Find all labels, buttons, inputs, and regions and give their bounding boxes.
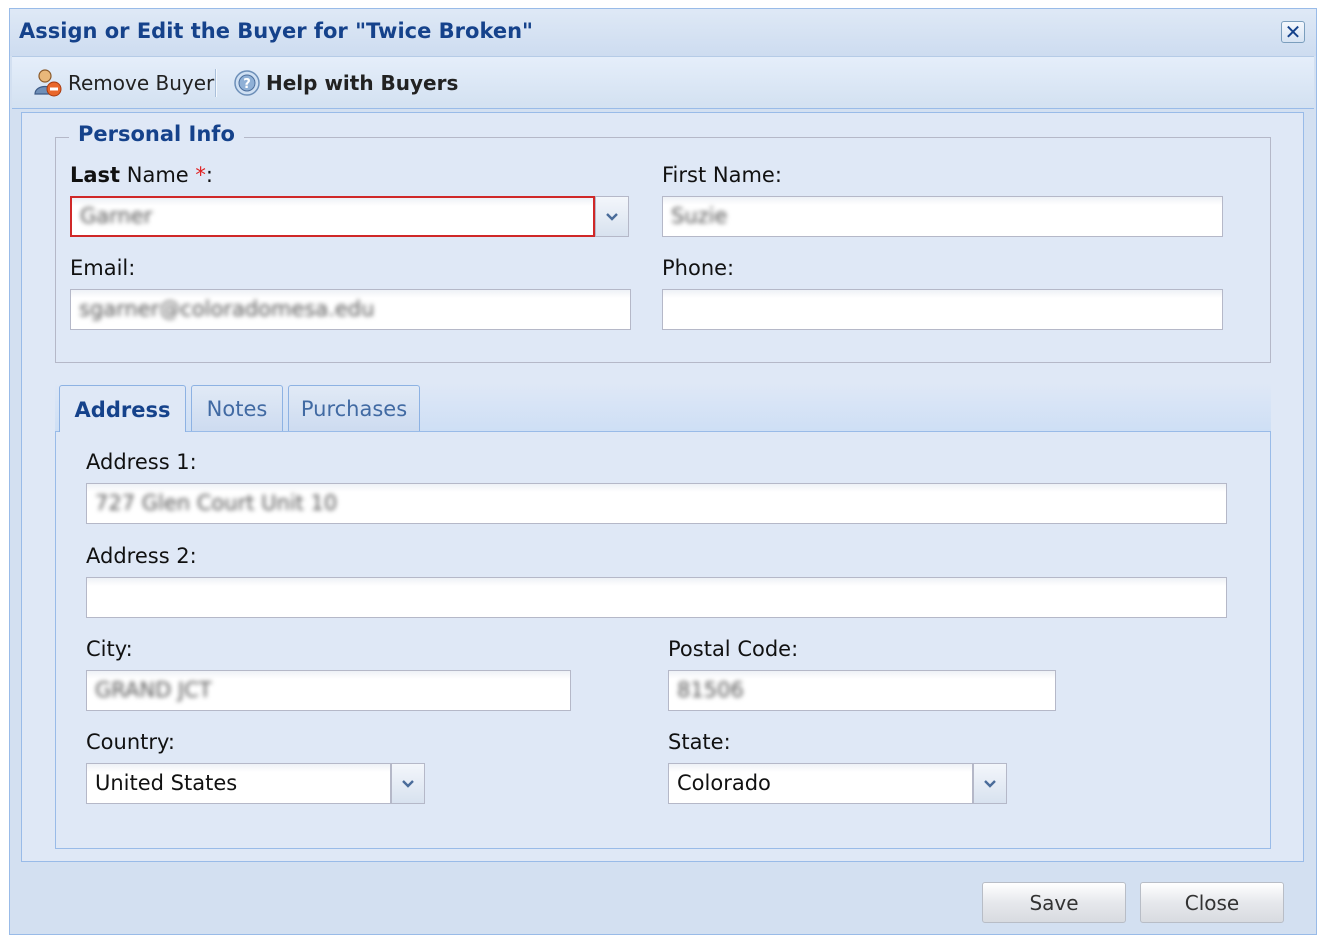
dialog-body: Personal Info Last Name *: Garner First … <box>21 112 1304 862</box>
state-label: State: <box>668 730 731 754</box>
help-with-buyers-button[interactable]: ? Help with Buyers <box>232 69 458 97</box>
chevron-down-icon <box>984 779 996 788</box>
tab-purchases[interactable]: Purchases <box>288 385 420 431</box>
close-icon[interactable]: ✕ <box>1281 21 1305 43</box>
toolbar-separator <box>215 69 217 97</box>
chevron-down-icon <box>402 779 414 788</box>
save-button[interactable]: Save <box>982 882 1126 923</box>
remove-buyer-button[interactable]: Remove Buyer <box>32 69 214 97</box>
remove-buyer-label: Remove Buyer <box>68 71 215 95</box>
country-label: Country: <box>86 730 175 754</box>
email-label: Email: <box>70 256 136 280</box>
last-name-dropdown-button[interactable] <box>595 196 629 237</box>
last-name-label: Last Name *: <box>70 163 213 187</box>
required-asterisk: * <box>195 163 206 187</box>
close-button[interactable]: Close <box>1140 882 1284 923</box>
address2-label: Address 2: <box>86 544 197 568</box>
address2-input[interactable] <box>86 577 1227 618</box>
last-name-input[interactable]: Garner <box>70 196 595 237</box>
personal-info-fieldset: Personal Info Last Name *: Garner First … <box>55 122 1271 363</box>
tab-notes[interactable]: Notes <box>191 385 283 431</box>
country-dropdown-button[interactable] <box>391 763 425 804</box>
phone-label: Phone: <box>662 256 735 280</box>
dialog-title: Assign or Edit the Buyer for "Twice Brok… <box>19 19 533 43</box>
help-with-buyers-label: Help with Buyers <box>266 71 459 95</box>
city-label: City: <box>86 637 133 661</box>
phone-input[interactable] <box>662 289 1223 330</box>
address1-label: Address 1: <box>86 450 197 474</box>
tab-strip: Address Notes Purchases <box>55 383 1271 433</box>
first-name-label: First Name: <box>662 163 782 187</box>
first-name-input[interactable]: Suzie <box>662 196 1223 237</box>
chevron-down-icon <box>606 212 618 221</box>
address-tab-panel: Address 1: 727 Glen Court Unit 10 Addres… <box>55 432 1271 849</box>
buyer-dialog: Assign or Edit the Buyer for "Twice Brok… <box>9 8 1317 935</box>
postal-code-label: Postal Code: <box>668 637 799 661</box>
country-select[interactable]: United States <box>86 763 391 804</box>
personal-info-legend: Personal Info <box>69 122 244 146</box>
dialog-titlebar[interactable]: Assign or Edit the Buyer for "Twice Brok… <box>10 9 1316 56</box>
email-input[interactable]: sgarner@coloradomesa.edu <box>70 289 631 330</box>
help-icon: ? <box>234 70 260 96</box>
city-input[interactable]: GRAND JCT <box>86 670 571 711</box>
dialog-toolbar: Remove Buyer ? Help with Buyers <box>12 56 1314 109</box>
svg-text:?: ? <box>243 77 251 92</box>
person-remove-icon <box>34 69 62 97</box>
address1-input[interactable]: 727 Glen Court Unit 10 <box>86 483 1227 524</box>
tab-address[interactable]: Address <box>59 385 186 433</box>
state-select[interactable]: Colorado <box>668 763 973 804</box>
state-dropdown-button[interactable] <box>973 763 1007 804</box>
postal-code-input[interactable]: 81506 <box>668 670 1056 711</box>
